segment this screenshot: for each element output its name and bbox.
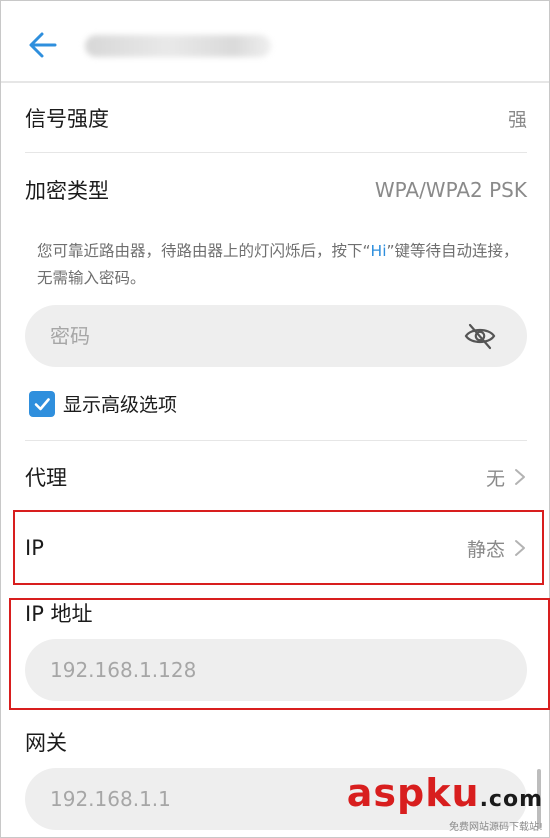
watermark-brand-tld: .com (479, 787, 543, 812)
chevron-right-icon (515, 540, 525, 556)
encryption-type-row: 加密类型 WPA/WPA2 PSK (25, 169, 527, 211)
ip-address-value: 192.168.1.128 (50, 658, 197, 682)
ip-settings-label: IP (25, 536, 44, 560)
chevron-right-icon (515, 469, 525, 485)
gateway-value: 192.168.1.1 (50, 787, 171, 811)
ip-settings-row[interactable]: IP 静态 (25, 527, 527, 569)
watermark-caption: 免费网站源码下载站! (448, 822, 543, 833)
watermark-brand: aspku.com (347, 773, 543, 820)
proxy-row[interactable]: 代理 无 (25, 456, 527, 498)
signal-strength-value: 强 (507, 108, 527, 131)
watermark-logo: aspku.com 免费网站源码下载站! (347, 773, 543, 833)
proxy-value: 无 (485, 467, 505, 490)
hi-key-highlight: Hi (370, 242, 387, 260)
signal-strength-label: 信号强度 (25, 107, 109, 131)
proxy-label: 代理 (25, 466, 67, 490)
network-name-obscured (85, 35, 271, 57)
ip-address-label: IP 地址 (25, 602, 93, 626)
encryption-type-label: 加密类型 (25, 179, 109, 203)
show-advanced-label: 显示高级选项 (63, 394, 178, 416)
encryption-type-value: WPA/WPA2 PSK (374, 178, 527, 202)
eye-hidden-icon[interactable] (463, 320, 497, 352)
checkbox-checked[interactable] (29, 390, 55, 417)
divider (25, 152, 527, 153)
checkmark-icon (34, 397, 50, 410)
password-input[interactable]: 密码 (25, 305, 527, 367)
gateway-label: 网关 (25, 731, 67, 755)
show-advanced-options[interactable]: 显示高级选项 (29, 390, 177, 417)
signal-strength-row: 信号强度 强 (25, 97, 527, 139)
password-placeholder: 密码 (50, 324, 90, 348)
proxy-value-wrap: 无 (486, 464, 527, 491)
ip-settings-value-wrap: 静态 (467, 535, 527, 562)
ip-settings-value: 静态 (466, 538, 505, 561)
hint-text-part: 您可靠近路由器，待路由器上的灯闪烁后，按下“ (37, 242, 371, 260)
ip-address-input[interactable]: 192.168.1.128 (25, 639, 527, 701)
divider (25, 440, 527, 441)
wps-hint-text: 您可靠近路由器，待路由器上的灯闪烁后，按下“Hi”键等待自动连接，无需输入密码。 (37, 238, 525, 292)
arrow-left-icon[interactable] (25, 27, 61, 63)
watermark-brand-name: aspku (346, 771, 480, 815)
app-header (1, 1, 549, 83)
